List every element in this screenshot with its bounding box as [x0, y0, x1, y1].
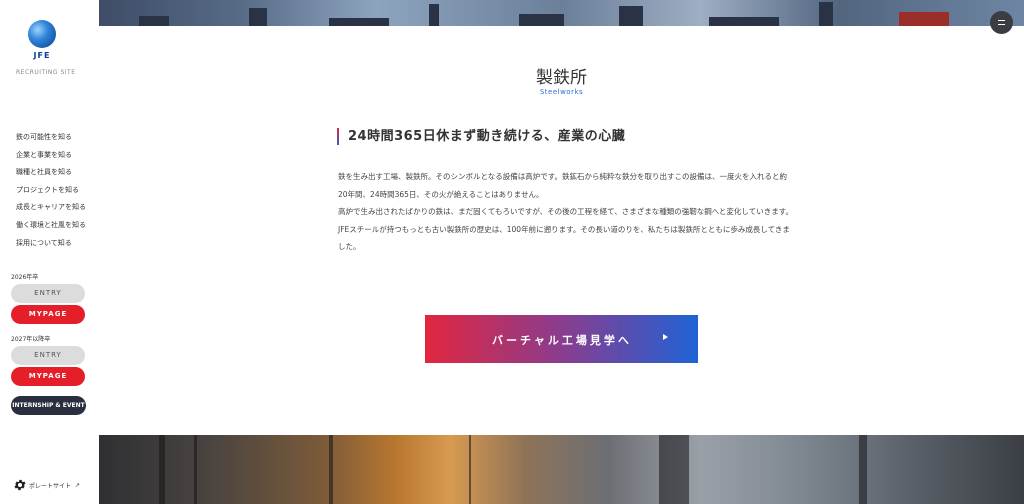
section-heading: 24時間365日休まず動き続ける、産業の心臓	[337, 128, 626, 145]
virtual-tour-button[interactable]: バーチャル工場見学へ	[425, 315, 698, 363]
logo-text[interactable]: JFE	[28, 51, 56, 60]
top-banner-image	[99, 0, 1024, 26]
menu-icon-line	[998, 24, 1005, 25]
nav-item-career[interactable]: 成長とキャリアを知る	[16, 201, 86, 219]
corporate-site-label: ポレートサイト	[29, 482, 72, 490]
menu-button[interactable]	[990, 11, 1013, 34]
year-2027-label: 2027年以降卒	[11, 336, 51, 343]
bottom-photo-image	[99, 435, 1024, 504]
external-link-icon: ↗	[75, 481, 81, 489]
internship-event-button[interactable]: INTERNSHIP & EVENT	[11, 396, 86, 415]
page-title: 製鉄所	[536, 68, 587, 88]
menu-icon	[998, 20, 1005, 21]
paragraph: 高炉で生み出されたばかりの鉄は、まだ固くてもろいですが、その後の工程を経て、さま…	[338, 207, 793, 217]
nav-item-recruitment[interactable]: 採用について知る	[16, 237, 86, 255]
nav-item-possibility[interactable]: 鉄の可能性を知る	[16, 131, 86, 149]
nav-item-jobs[interactable]: 職種と社員を知る	[16, 166, 86, 184]
nav-item-business[interactable]: 企業と事業を知る	[16, 149, 86, 167]
paragraph: 鉄を生み出す工場、製鉄所。そのシンボルとなる設備は高炉です。鉄鉱石から純粋な鉄分…	[338, 172, 788, 199]
nav-item-projects[interactable]: プロジェクトを知る	[16, 184, 86, 202]
jfe-logo-icon[interactable]	[28, 20, 56, 48]
mypage-button-2027[interactable]: MYPAGE	[11, 367, 85, 386]
sidebar-nav: 鉄の可能性を知る 企業と事業を知る 職種と社員を知る プロジェクトを知る 成長と…	[16, 131, 86, 254]
gear-icon	[14, 479, 26, 491]
corporate-site-link[interactable]: ポレートサイト ↗	[13, 478, 80, 492]
year-2026-label: 2026年卒	[11, 274, 39, 281]
nav-item-environment[interactable]: 働く環境と社風を知る	[16, 219, 86, 237]
sidebar: JFE RECRUITING SITE 鉄の可能性を知る 企業と事業を知る 職種…	[0, 0, 99, 504]
play-arrow-icon	[663, 334, 668, 340]
page-subtitle: Steelworks	[539, 88, 584, 96]
mypage-button-2026[interactable]: MYPAGE	[11, 305, 85, 324]
paragraph: JFEスチールが持つもっとも古い製鉄所の歴史は、100年前に遡ります。その長い道…	[338, 224, 790, 252]
recruiting-site-label: RECRUITING SITE	[16, 69, 76, 76]
virtual-tour-label: バーチャル工場見学へ	[492, 334, 632, 347]
entry-button-2027[interactable]: ENTRY	[11, 346, 85, 365]
entry-button-2026[interactable]: ENTRY	[11, 284, 85, 303]
section-body: 鉄を生み出す工場、製鉄所。そのシンボルとなる設備は高炉です。鉄鉱石から純粋な鉄分…	[338, 168, 793, 256]
